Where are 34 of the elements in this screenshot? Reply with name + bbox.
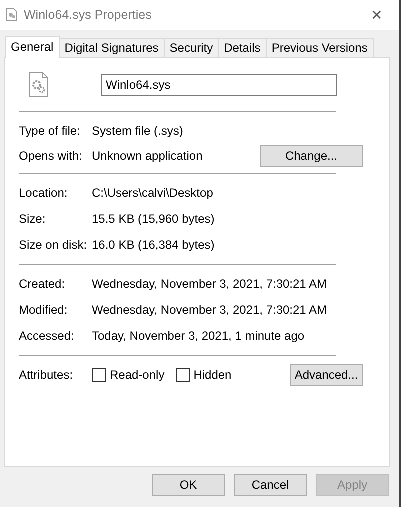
- tab[interactable]: General: [5, 36, 60, 58]
- tab[interactable]: Digital Signatures: [58, 38, 165, 57]
- window-title: Winlo64.sys Properties: [24, 8, 153, 22]
- field-value: Today, November 3, 2021, 1 minute ago: [92, 329, 306, 343]
- field-value: 16.0 KB (16,384 bytes): [92, 238, 216, 252]
- dialog-button[interactable]: Cancel: [234, 474, 307, 496]
- field-label: Opens with:: [19, 148, 84, 162]
- file-name-field[interactable]: Winlo64.sys: [101, 74, 337, 96]
- checkbox[interactable]: [176, 368, 190, 382]
- field-value: Wednesday, November 3, 2021, 7:30:21 AM: [92, 303, 328, 317]
- field-value: Unknown application: [92, 148, 204, 162]
- field-value: 15.5 KB (15,960 bytes): [92, 212, 216, 226]
- change-button[interactable]: Change...: [260, 144, 363, 166]
- checkbox[interactable]: [92, 368, 106, 382]
- close-button[interactable]: ✕: [355, 7, 399, 23]
- dialog-button[interactable]: OK: [152, 474, 225, 496]
- field-label: Size:: [19, 212, 47, 226]
- field-label: Size on disk:: [19, 238, 88, 252]
- field-value: C:\Users\calvi\Desktop: [92, 186, 214, 200]
- field-label: Type of file:: [19, 124, 82, 138]
- field-label: Modified:: [19, 303, 69, 317]
- checkbox-label: Hidden: [194, 368, 232, 382]
- gears-file-icon: [29, 72, 49, 98]
- field-label: Attributes:: [19, 368, 74, 382]
- checkbox-label: Read-only: [110, 368, 165, 382]
- field-label: Accessed:: [19, 329, 76, 343]
- field-label: Location:: [19, 186, 69, 200]
- advanced-button[interactable]: Advanced...: [290, 364, 363, 386]
- field-label: Created:: [19, 277, 66, 291]
- tab[interactable]: Previous Versions: [266, 38, 374, 57]
- file-icon: [6, 8, 18, 22]
- field-value: Wednesday, November 3, 2021, 7:30:21 AM: [92, 277, 328, 291]
- field-value: System file (.sys): [92, 124, 184, 138]
- tab[interactable]: Security: [164, 38, 220, 57]
